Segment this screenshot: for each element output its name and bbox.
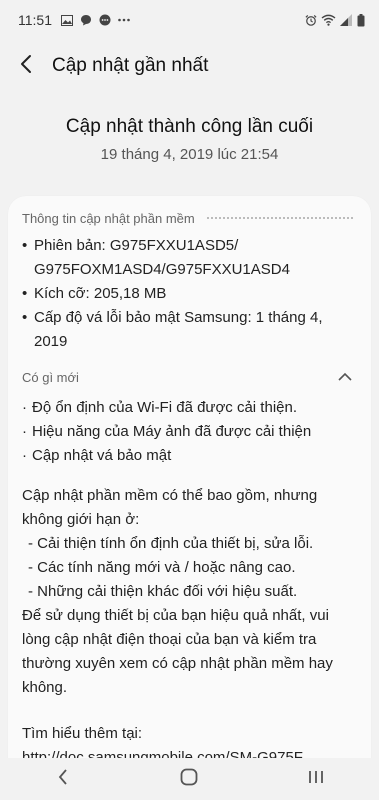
whats-new-label: Có gì mới	[22, 369, 79, 385]
status-time: 11:51	[18, 12, 52, 28]
page-title: Cập nhật gần nhất	[52, 55, 209, 76]
dotted-divider	[206, 217, 353, 219]
feature-text: Cập nhật vá bảo mật	[32, 447, 172, 464]
security-patch-line-1: Cấp độ vá lỗi bảo mật Samsung: 1 tháng 4…	[34, 309, 323, 326]
list-item: • Phiên bản: G975FXXU1ASD5/ G975FOXM1ASD…	[22, 234, 357, 282]
list-item: • Kích cỡ: 205,18 MB	[22, 282, 357, 306]
more-icon	[118, 14, 130, 26]
message-icon	[99, 14, 111, 26]
collapse-button[interactable]	[333, 365, 357, 389]
battery-icon	[357, 13, 365, 26]
wifi-icon	[321, 14, 336, 26]
status-right	[305, 13, 365, 26]
signal-icon	[340, 14, 353, 26]
feature-text: Hiệu năng của Máy ảnh đã được cải thiện	[32, 423, 312, 440]
bullet: •	[22, 285, 28, 302]
back-nav-icon	[58, 768, 68, 790]
info-list: • Phiên bản: G975FXXU1ASD5/ G975FOXM1ASD…	[8, 230, 371, 354]
nav-recents-button[interactable]	[286, 759, 346, 799]
app-bar: Cập nhật gần nhất	[0, 44, 379, 88]
alarm-icon	[305, 14, 317, 26]
feature-list: · Độ ổn định của Wi-Fi đã được cải thiện.…	[8, 392, 371, 468]
feature-text: Độ ổn định của Wi-Fi đã được cải thiện.	[32, 399, 297, 416]
status-left: 11:51	[18, 12, 130, 28]
info-section-header: Thông tin cập nhật phần mềm	[8, 206, 371, 230]
size-text: Kích cỡ: 205,18 MB	[34, 285, 167, 302]
update-date: 19 tháng 4, 2019 lúc 21:54	[100, 146, 279, 163]
back-button[interactable]	[2, 44, 50, 88]
update-details-card: Thông tin cập nhật phần mềm • Phiên bản:…	[8, 196, 371, 776]
chat-icon	[80, 14, 92, 26]
update-status-title: Cập nhật thành công lần cuối	[65, 116, 314, 137]
nav-home-button[interactable]	[159, 759, 219, 799]
list-item: · Hiệu năng của Máy ảnh đã được cải thiện	[22, 420, 357, 444]
version-line-2: G975FOXM1ASD4/G975FXXU1ASD4	[34, 261, 290, 278]
update-description: Cập nhật phần mềm có thể bao gồm, nhưng …	[22, 487, 333, 696]
list-item: · Cập nhật vá bảo mật	[22, 444, 357, 468]
security-patch-line-2: 2019	[34, 333, 68, 350]
image-icon	[61, 14, 73, 26]
chevron-up-icon	[338, 368, 352, 386]
info-section-label: Thông tin cập nhật phần mềm	[22, 210, 195, 226]
status-bar: 11:51	[0, 0, 379, 40]
version-line-1: Phiên bản: G975FXXU1ASD5/	[34, 237, 239, 254]
navigation-bar	[0, 758, 379, 800]
recents-nav-icon	[308, 769, 324, 790]
chevron-left-icon	[20, 54, 32, 79]
list-item: • Cấp độ vá lỗi bảo mật Samsung: 1 tháng…	[22, 306, 357, 354]
bullet: •	[22, 309, 28, 326]
home-nav-icon	[180, 768, 198, 791]
whats-new-header[interactable]: Có gì mới	[8, 362, 371, 392]
list-item: · Độ ổn định của Wi-Fi đã được cải thiện.	[22, 396, 357, 420]
learn-more-label: Tìm hiểu thêm tại:	[22, 725, 143, 742]
nav-back-button[interactable]	[33, 759, 93, 799]
bullet: •	[22, 237, 28, 254]
